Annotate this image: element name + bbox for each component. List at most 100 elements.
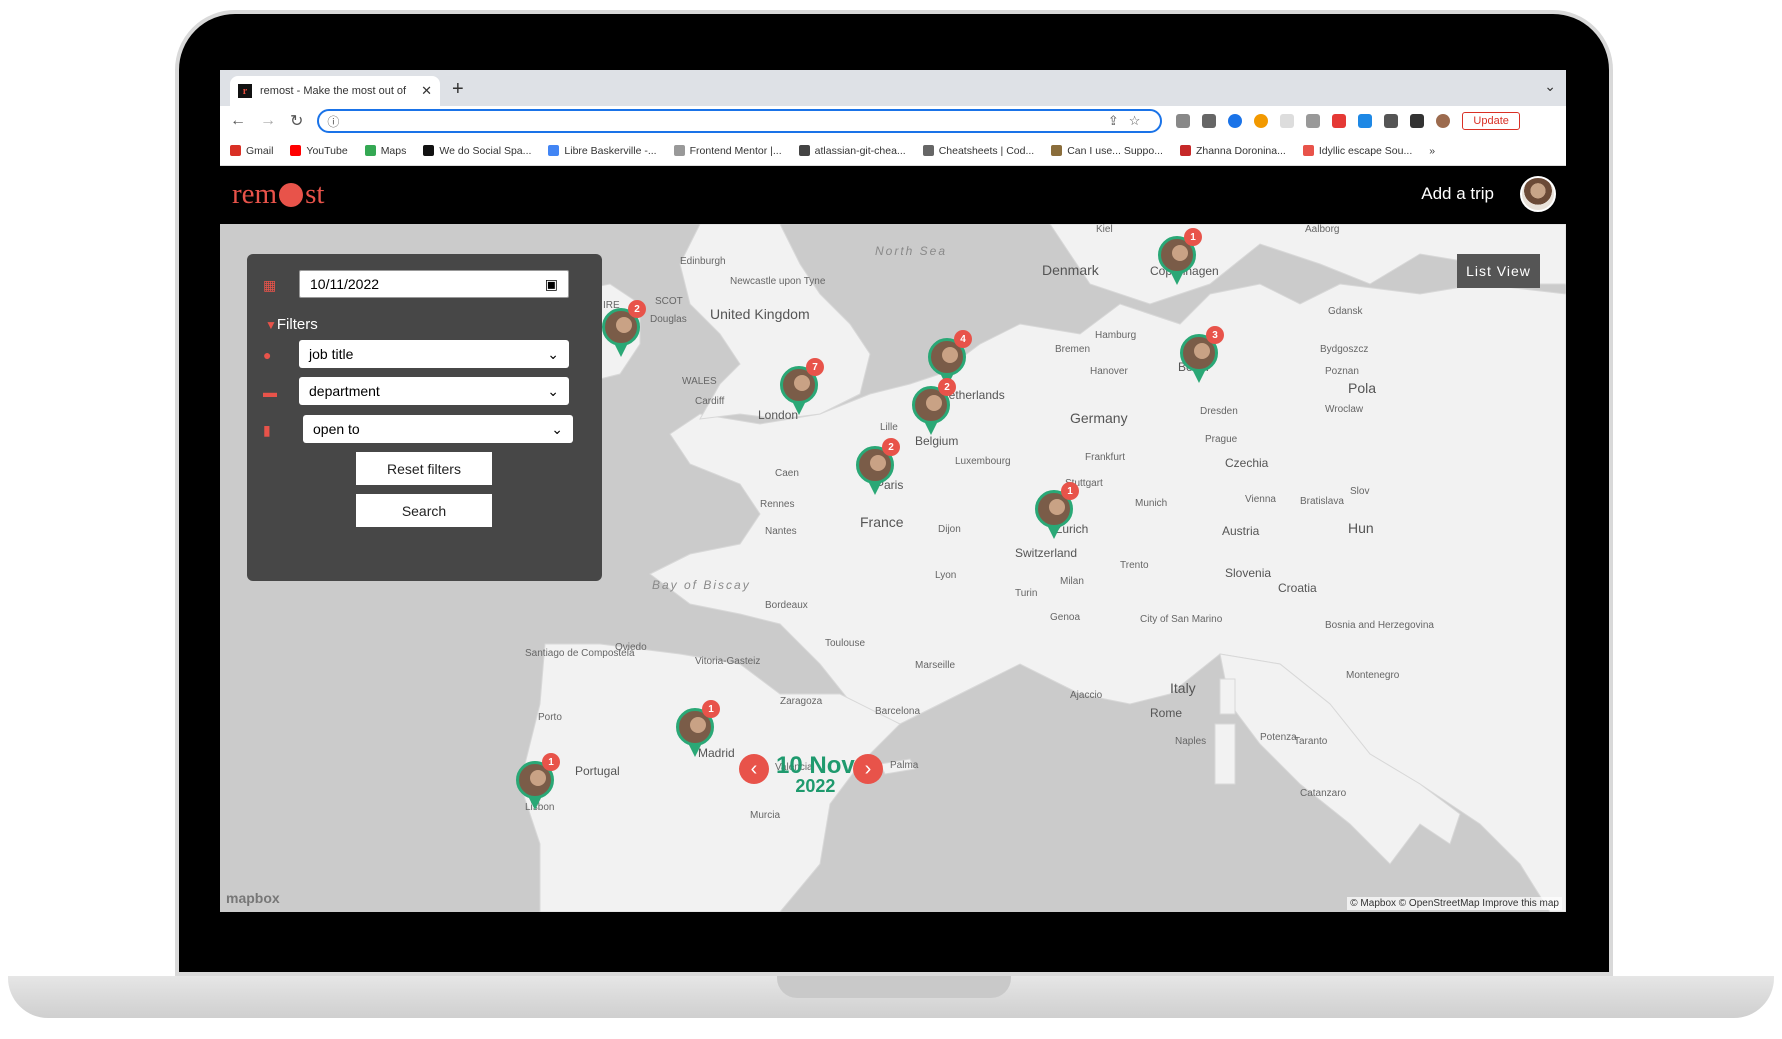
bookmark-favicon-icon	[798, 145, 810, 156]
reload-icon[interactable]: ↻	[290, 111, 303, 131]
shield-extension-icon[interactable]	[1176, 114, 1191, 128]
close-tab-icon[interactable]: ✕	[421, 83, 432, 99]
job-title-select[interactable]: job title ⌄	[299, 340, 569, 368]
bookmark-item[interactable]: We do Social Spa...	[423, 145, 531, 157]
next-date-button[interactable]: ›	[853, 754, 883, 784]
date-row: ▦ 10/11/2022 ▣	[263, 270, 569, 298]
extension-icon[interactable]	[1332, 114, 1347, 128]
user-pin-zurich[interactable]: 1	[1035, 482, 1079, 540]
map-label: Nantes	[765, 526, 797, 537]
map-label: Germany	[1070, 410, 1128, 426]
user-pin-london[interactable]: 7	[780, 358, 824, 416]
bookmark-label: Maps	[380, 144, 407, 157]
map-label: Toulouse	[825, 638, 866, 649]
open-to-select[interactable]: open to ⌄	[303, 415, 573, 443]
extension-icon[interactable]	[1228, 114, 1243, 128]
previous-date-button[interactable]: ‹	[739, 754, 769, 784]
bookmark-item[interactable]: YouTube	[290, 145, 348, 157]
bookmark-item[interactable]: Zhanna Doronina...	[1179, 145, 1286, 157]
map-label: City of San Marino	[1140, 614, 1223, 625]
person-icon: ●	[263, 347, 272, 363]
map-attribution[interactable]: © Mapbox © OpenStreetMap Improve this ma…	[1347, 897, 1562, 910]
date-input[interactable]: 10/11/2022 ▣	[299, 270, 569, 298]
map-label: Potenza	[1260, 732, 1297, 743]
bookmark-favicon-icon	[230, 145, 241, 156]
map-label: Montenegro	[1346, 670, 1400, 681]
search-button[interactable]: Search	[356, 494, 492, 527]
new-tab-button[interactable]: +	[452, 78, 464, 101]
eyedropper-extension-icon[interactable]	[1202, 114, 1217, 128]
user-pin-lisbon[interactable]: 1	[516, 753, 560, 811]
address-bar[interactable]: ⓘ ⇪☆	[317, 109, 1163, 133]
user-pin-berlin[interactable]: 3	[1180, 326, 1224, 384]
logo-text-right: st	[305, 178, 325, 210]
browser-tab[interactable]: r remost - Make the most out of ✕	[230, 76, 440, 106]
department-select[interactable]: department ⌄	[299, 377, 569, 405]
forward-icon[interactable]: →	[260, 112, 276, 130]
map-label: Czechia	[1225, 456, 1269, 470]
map-label: Cardiff	[695, 396, 725, 407]
map-label: Frankfurt	[1085, 452, 1126, 463]
map[interactable]: North SeaDenmarkUnited KingdomIrelandEdi…	[220, 224, 1566, 912]
site-info-icon[interactable]: ⓘ	[327, 113, 339, 130]
bookmark-label: Idyllic escape Sou...	[1318, 144, 1413, 157]
back-icon[interactable]: ←	[230, 112, 246, 130]
calendar-picker-icon[interactable]: ▣	[545, 276, 558, 293]
bookmark-item[interactable]: Cheatsheets | Cod...	[922, 145, 1034, 157]
user-pin-copenhagen[interactable]: 1	[1158, 228, 1202, 286]
bookmark-item[interactable]: Gmail	[230, 145, 273, 157]
bookmark-item[interactable]: Can I use... Suppo...	[1051, 145, 1163, 157]
map-label: Milan	[1060, 576, 1084, 587]
remost-logo[interactable]: rem st	[232, 178, 324, 211]
map-label: Genoa	[1050, 612, 1081, 623]
map-label: Ajaccio	[1070, 690, 1103, 701]
share-star-icons[interactable]: ⇪☆	[1108, 113, 1151, 129]
user-pin-madrid[interactable]: 1	[676, 700, 720, 758]
extension-icon[interactable]	[1306, 114, 1321, 128]
extension-icon[interactable]	[1254, 114, 1269, 128]
map-label: Marseille	[915, 660, 956, 671]
bookmark-item[interactable]: Frontend Mentor |...	[673, 145, 782, 157]
list-view-button[interactable]: List View	[1457, 254, 1540, 288]
map-label: Gdansk	[1328, 306, 1363, 317]
map-label: SCOT	[655, 296, 683, 307]
puzzle-icon[interactable]	[1384, 114, 1399, 128]
map-label: Bay of Biscay	[652, 578, 751, 592]
door-icon: ▮	[263, 422, 271, 438]
bookmark-favicon-icon	[1179, 145, 1191, 156]
job-title-value: job title	[309, 346, 354, 362]
more-bookmarks-icon[interactable]: »	[1429, 145, 1435, 157]
bookmarks-bar: Gmail YouTube Maps We do Social Spa... Libre…	[220, 136, 1566, 166]
bookmark-favicon-icon	[548, 145, 560, 156]
pin-count-badge: 1	[702, 700, 720, 718]
user-avatar[interactable]	[1520, 176, 1556, 212]
add-trip-link[interactable]: Add a trip	[1421, 184, 1494, 204]
bookmark-label: Gmail	[246, 144, 274, 157]
user-pin-ireland[interactable]: 2	[602, 300, 646, 358]
map-label: Wroclaw	[1325, 404, 1364, 415]
map-label: Bosnia and Herzegovina	[1325, 620, 1434, 631]
triangle-down-icon: ▼	[265, 318, 277, 332]
bookmark-item[interactable]: atlassian-git-chea...	[798, 144, 906, 157]
tab-search-chevron-icon[interactable]: ⌄	[1544, 78, 1556, 95]
extension-icon[interactable]	[1280, 114, 1295, 128]
bookmark-item[interactable]: Maps	[364, 144, 407, 157]
pin-count-badge: 2	[938, 378, 956, 396]
map-label: Aalborg	[1305, 224, 1340, 235]
bookmark-item[interactable]: Idyllic escape Sou...	[1302, 144, 1413, 157]
filters-toggle[interactable]: ▼Filters	[265, 316, 318, 333]
user-pin-belgium[interactable]: 2	[912, 378, 956, 436]
reset-filters-button[interactable]: Reset filters	[356, 452, 492, 485]
sidepanel-icon[interactable]	[1410, 114, 1425, 128]
bookmark-item[interactable]: Libre Baskerville -...	[548, 145, 657, 157]
map-label: Bratislava	[1300, 496, 1344, 507]
user-pin-paris[interactable]: 2	[856, 438, 900, 496]
update-button[interactable]: Update	[1462, 112, 1520, 130]
map-label: Trento	[1120, 560, 1149, 571]
map-label: Switzerland	[1015, 546, 1078, 560]
extension-icon[interactable]	[1358, 114, 1373, 128]
pin-count-badge: 4	[954, 330, 972, 348]
bookmark-label: atlassian-git-chea...	[814, 144, 906, 157]
mapbox-logo[interactable]: mapbox	[226, 890, 280, 906]
profile-avatar[interactable]	[1436, 114, 1451, 128]
